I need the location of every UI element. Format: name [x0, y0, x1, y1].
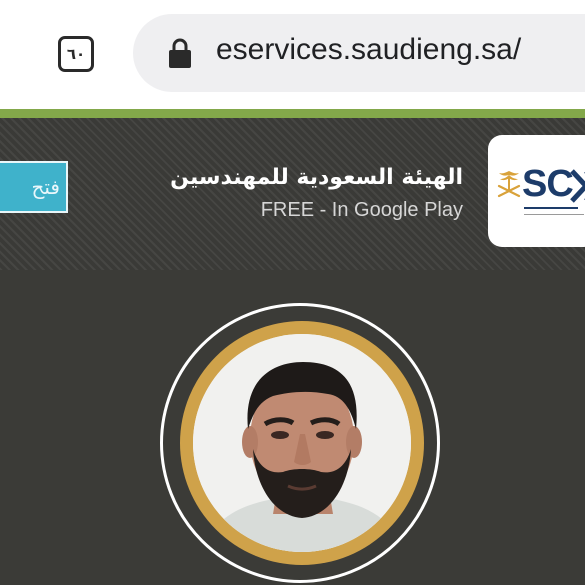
- profile-section: [0, 270, 585, 585]
- smart-app-banner: فتح الهيئة السعودية للمهندسين FREE - In …: [0, 118, 585, 270]
- profile-photo: [193, 334, 411, 552]
- app-name: الهيئة السعودية للمهندسين: [170, 165, 463, 190]
- palm-swords-icon: [497, 171, 521, 198]
- header-accent-line: [0, 109, 585, 118]
- url-text[interactable]: eservices.saudieng.sa/: [216, 33, 521, 67]
- app-logo[interactable]: SC: [488, 135, 585, 247]
- open-app-button[interactable]: فتح: [0, 161, 68, 213]
- tab-switcher-button[interactable]: ٦٠: [58, 36, 94, 72]
- app-store-subtitle: FREE - In Google Play: [260, 199, 463, 221]
- logo-tagline-line: [524, 207, 578, 209]
- logo-tagline-line: [524, 214, 584, 215]
- logo-letters: SC: [522, 163, 574, 205]
- lock-icon[interactable]: [168, 38, 192, 68]
- logo-chevron-icon: [570, 169, 585, 203]
- browser-toolbar: ٦٠ eservices.saudieng.sa/: [0, 0, 585, 109]
- profile-portrait-image: [193, 334, 411, 552]
